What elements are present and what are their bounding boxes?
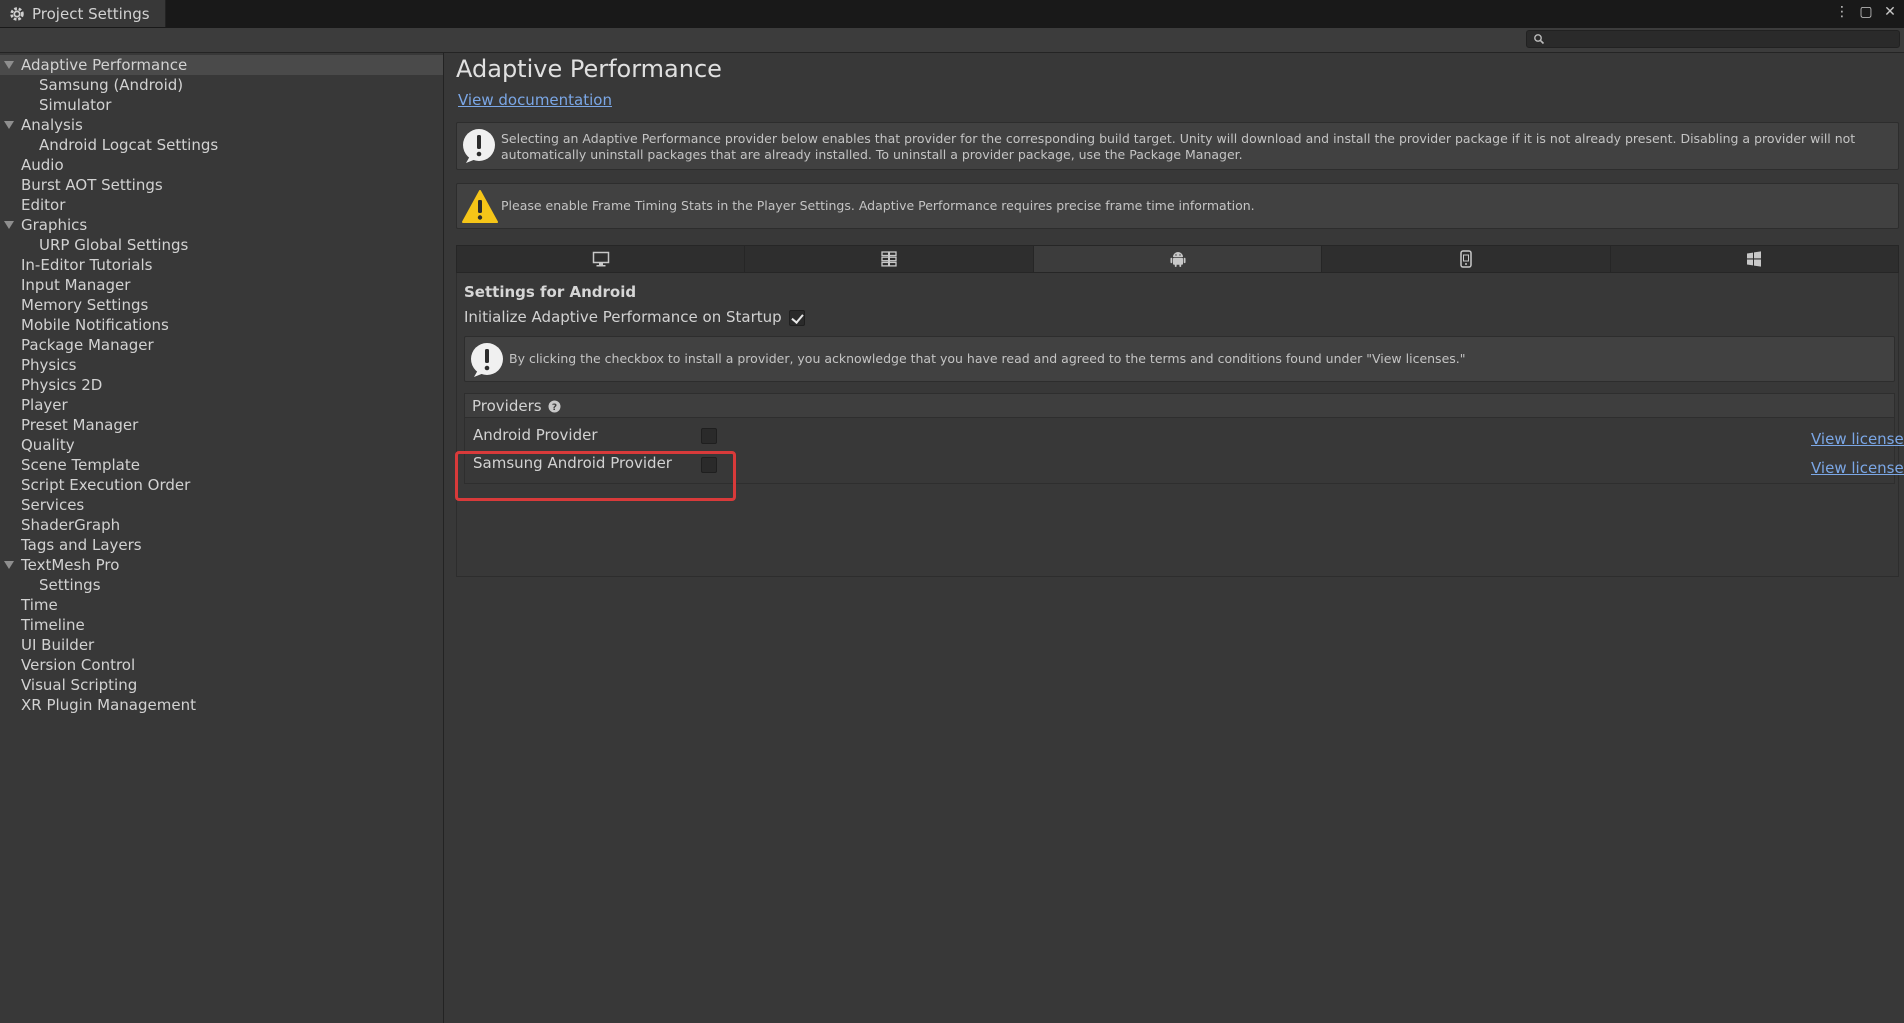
sidebar-item-preset-manager[interactable]: Preset Manager [0,415,443,435]
providers-box: Providers ? Android Provider Samsung And… [464,393,1895,484]
toolbar [0,28,1904,53]
warning-text: Please enable Frame Timing Stats in the … [501,198,1255,213]
sidebar-item-physics-2d[interactable]: Physics 2D [0,375,443,395]
svg-text:?: ? [552,403,557,413]
sidebar-item-version-control[interactable]: Version Control [0,655,443,675]
search-field[interactable] [1526,30,1900,48]
sidebar-item-audio[interactable]: Audio [0,155,443,175]
sidebar-item-burst-aot-settings[interactable]: Burst AOT Settings [0,175,443,195]
gear-icon [10,6,24,21]
init-on-startup-checkbox[interactable] [789,310,805,326]
sidebar-item-mobile-notifications[interactable]: Mobile Notifications [0,315,443,335]
samsung-android-provider-label: Samsung Android Provider [473,454,672,472]
tab-title: Project Settings [32,4,150,23]
tab-ios[interactable] [1322,246,1611,272]
sidebar-item-adaptive-performance[interactable]: Adaptive Performance [0,55,443,75]
sidebar-item-visual-scripting[interactable]: Visual Scripting [0,675,443,695]
search-input[interactable] [1549,31,1895,47]
sidebar-item-script-execution-order[interactable]: Script Execution Order [0,475,443,495]
samsung-android-provider-checkbox[interactable] [701,457,717,473]
platform-tabs [456,245,1899,273]
android-settings-panel: Settings for Android Initialize Adaptive… [456,273,1899,577]
info-helpbox: Selecting an Adaptive Performance provid… [456,122,1899,170]
main-content: Adaptive Performance View documentation … [444,53,1904,1023]
tab-dedicated-server[interactable] [745,246,1034,272]
android-icon [1170,252,1186,267]
title-bar: Project Settings ⋮ ▢ ✕ [0,0,1904,29]
sidebar-item-services[interactable]: Services [0,495,443,515]
sidebar-item-memory-settings[interactable]: Memory Settings [0,295,443,315]
tab-windows[interactable] [1610,246,1899,272]
project-settings-tab[interactable]: Project Settings [0,0,166,27]
sidebar-item-xr-plugin-management[interactable]: XR Plugin Management [0,695,443,715]
expand-arrow-icon[interactable] [4,561,14,569]
desktop-icon [592,251,609,267]
view-documentation-link[interactable]: View documentation [458,91,612,109]
android-provider-view-licenses-link[interactable]: View licenses [1811,430,1904,448]
sidebar-item-android-logcat-settings[interactable]: Android Logcat Settings [0,135,443,155]
sidebar-item-editor[interactable]: Editor [0,195,443,215]
sidebar-item-quality[interactable]: Quality [0,435,443,455]
expand-arrow-icon[interactable] [4,121,14,129]
providers-header: Providers ? [465,394,1894,418]
sidebar-item-time[interactable]: Time [0,595,443,615]
info-exclamation-icon [471,343,503,377]
page-title: Adaptive Performance [456,55,722,83]
sidebar-item-graphics[interactable]: Graphics [0,215,443,235]
license-notice-text: By clicking the checkbox to install a pr… [509,351,1466,366]
sidebar-item-simulator[interactable]: Simulator [0,95,443,115]
providers-label: Providers [472,397,542,415]
expand-arrow-icon[interactable] [4,61,14,69]
info-text: Selecting an Adaptive Performance provid… [501,131,1856,162]
sidebar: Adaptive Performance Samsung (Android) S… [0,53,444,1023]
android-provider-checkbox[interactable] [701,428,717,444]
sidebar-item-player[interactable]: Player [0,395,443,415]
close-icon[interactable]: ✕ [1882,4,1898,20]
sidebar-item-scene-template[interactable]: Scene Template [0,455,443,475]
dedicated-server-icon [881,251,897,267]
search-icon [1534,34,1545,45]
help-icon[interactable]: ? [548,400,561,413]
android-provider-label: Android Provider [473,426,598,444]
sidebar-item-package-manager[interactable]: Package Manager [0,335,443,355]
samsung-provider-view-licenses-link[interactable]: View licenses [1811,459,1904,477]
warning-icon [462,190,498,223]
sidebar-item-shadergraph[interactable]: ShaderGraph [0,515,443,535]
sidebar-item-textmesh-pro[interactable]: TextMesh Pro [0,555,443,575]
license-notice-helpbox: By clicking the checkbox to install a pr… [464,336,1895,382]
expand-arrow-icon[interactable] [4,221,14,229]
sidebar-item-input-manager[interactable]: Input Manager [0,275,443,295]
sidebar-item-physics[interactable]: Physics [0,355,443,375]
windows-icon [1747,251,1762,267]
sidebar-item-ui-builder[interactable]: UI Builder [0,635,443,655]
init-on-startup-label: Initialize Adaptive Performance on Start… [464,308,782,326]
info-exclamation-icon [463,129,495,163]
maximize-icon[interactable]: ▢ [1858,4,1874,20]
sidebar-item-textmesh-settings[interactable]: Settings [0,575,443,595]
sidebar-item-samsung-android[interactable]: Samsung (Android) [0,75,443,95]
sidebar-item-in-editor-tutorials[interactable]: In-Editor Tutorials [0,255,443,275]
sidebar-item-urp-global-settings[interactable]: URP Global Settings [0,235,443,255]
section-title: Settings for Android [464,283,637,301]
sidebar-item-analysis[interactable]: Analysis [0,115,443,135]
ios-icon [1460,250,1472,268]
tab-desktop[interactable] [457,246,746,272]
tab-android[interactable] [1033,246,1323,272]
warning-helpbox: Please enable Frame Timing Stats in the … [456,183,1899,229]
sidebar-item-tags-and-layers[interactable]: Tags and Layers [0,535,443,555]
sidebar-item-timeline[interactable]: Timeline [0,615,443,635]
more-icon[interactable]: ⋮ [1834,4,1850,20]
